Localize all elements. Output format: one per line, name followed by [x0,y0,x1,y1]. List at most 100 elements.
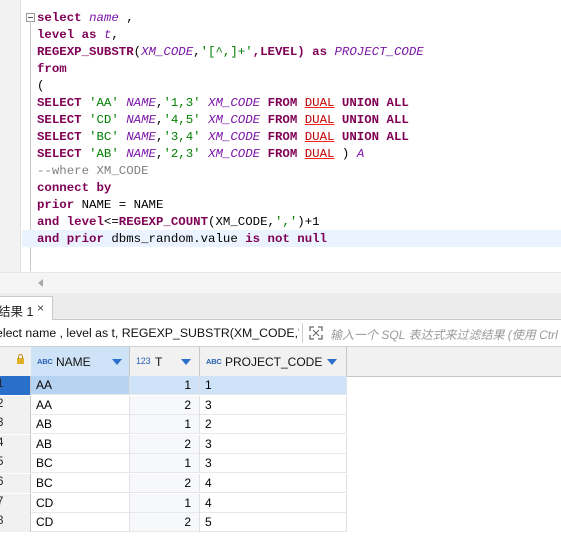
table-row[interactable]: 4 AB 2 3 [0,434,561,454]
sort-dropdown-icon[interactable] [181,359,191,365]
cell-t[interactable]: 1 [130,454,200,474]
row-number[interactable]: 6 [0,474,31,493]
code-line[interactable]: level as t, [37,27,424,44]
cell-name[interactable]: BC [31,474,130,493]
row-number[interactable]: 5 [0,454,31,474]
code-token: 'AB' [89,147,127,161]
code-token: connect by [37,181,112,195]
cell-t[interactable]: 2 [130,474,200,493]
cell-name-value: AB [36,436,53,451]
code-line[interactable]: ( [37,78,424,95]
query-text-field[interactable]: elect name , level as t, REGEXP_SUBSTR(X… [0,326,299,340]
code-token: FROM [267,96,305,110]
code-token: '1,3' [163,96,209,110]
cell-name-value: AB [36,417,53,432]
text-type-icon: ABC [37,357,53,366]
sort-dropdown-icon[interactable] [112,359,122,365]
code-line[interactable]: and prior dbms_random.value is not null [37,231,424,248]
code-token: ) [334,147,357,161]
filter-input[interactable]: 输入一个 SQL 表达式来过滤结果 (使用 Ctrl [330,326,558,343]
scroll-left-arrow-icon[interactable] [38,279,43,287]
cell-name[interactable]: AB [31,434,130,454]
code-token: DUAL [304,130,335,144]
code-token: is not null [245,232,327,246]
code-line[interactable]: from [37,61,424,78]
cell-project-code[interactable]: 4 [200,493,347,513]
cell-name[interactable]: AB [31,415,130,435]
cell-name[interactable]: CD [31,513,130,533]
table-row[interactable]: 7 CD 1 4 [0,493,561,513]
code-line[interactable]: SELECT 'CD' NAME,'4,5' XM_CODE FROM DUAL… [37,112,424,129]
cell-name[interactable]: CD [31,493,130,513]
table-row[interactable]: 1 AA 1 1 [0,376,561,395]
cell-project-code[interactable]: 5 [200,513,347,533]
code-line[interactable]: connect by [37,180,424,197]
tab-result-1[interactable]: 结果 1 × [0,296,53,320]
row-number-label: 7 [0,495,4,508]
code-token: FROM [267,130,305,144]
table-row[interactable]: 6 BC 2 4 [0,474,561,493]
sort-dropdown-icon[interactable] [327,359,337,365]
cell-project-code-value: 1 [205,378,212,392]
table-row[interactable]: 2 AA 2 3 [0,395,561,415]
column-t-label: T [155,355,163,369]
row-number[interactable]: 4 [0,434,31,454]
cell-t[interactable]: 1 [130,376,200,395]
column-header-name[interactable]: ABC NAME [31,347,130,376]
code-line[interactable]: prior NAME = NAME [37,197,424,214]
cell-name-value: CD [36,515,54,530]
code-token: DUAL [304,96,335,110]
table-row[interactable]: 8 CD 2 5 [0,513,561,533]
editor-horizontal-scrollbar[interactable] [0,272,561,293]
cell-name[interactable]: AA [31,376,130,395]
expand-filter-icon[interactable] [309,326,323,340]
code-line[interactable]: SELECT 'BC' NAME,'3,4' XM_CODE FROM DUAL… [37,129,424,146]
close-icon[interactable]: × [37,301,44,315]
code-token: NAME [126,96,156,110]
row-number[interactable]: 3 [0,415,31,435]
code-token: SELECT [37,147,90,161]
row-number-label: 5 [0,456,4,469]
code-token: '2,3' [163,147,209,161]
cell-t[interactable]: 2 [130,395,200,415]
code-line[interactable]: SELECT 'AB' NAME,'2,3' XM_CODE FROM DUAL… [37,146,424,163]
code-token: UNION ALL [334,113,409,127]
column-project-code-label: PROJECT_CODE [225,355,323,369]
cell-t-value: 2 [184,397,191,412]
row-number[interactable]: 8 [0,513,31,533]
code-token: ( [37,79,45,93]
code-token: XM_CODE [141,45,194,59]
row-number[interactable]: 2 [0,395,31,415]
column-header-project-code[interactable]: ABC PROJECT_CODE [200,347,347,376]
cell-project-code[interactable]: 3 [200,434,347,454]
cell-t[interactable]: 2 [130,434,200,454]
cell-name[interactable]: BC [31,454,130,474]
cell-t-value: 1 [184,456,191,471]
cell-t[interactable]: 1 [130,493,200,513]
row-number[interactable]: 1 [0,376,31,395]
cell-project-code[interactable]: 3 [200,395,347,415]
table-row[interactable]: 5 BC 1 3 [0,454,561,474]
sql-editor[interactable]: select name , level as t, REGEXP_SUBSTR(XM… [0,0,561,272]
sql-code[interactable]: select name , level as t, REGEXP_SUBSTR(XM… [37,10,424,248]
cell-t[interactable]: 1 [130,415,200,435]
column-header-t[interactable]: 123 T [130,347,200,376]
code-line[interactable]: select name , [37,10,424,27]
cell-name[interactable]: AA [31,395,130,415]
code-token: , [111,28,119,42]
table-row[interactable]: 3 AB 1 2 [0,415,561,435]
cell-project-code[interactable]: 2 [200,415,347,435]
cell-project-code[interactable]: 3 [200,454,347,474]
code-line[interactable]: REGEXP_SUBSTR(XM_CODE,'[^,]+',LEVEL) as … [37,44,424,61]
row-number-header[interactable] [0,347,32,376]
cell-t[interactable]: 2 [130,513,200,533]
code-line[interactable]: --where XM_CODE [37,163,424,180]
code-token: NAME [126,113,156,127]
code-line[interactable]: SELECT 'AA' NAME,'1,3' XM_CODE FROM DUAL… [37,95,424,112]
row-number-label: 4 [0,436,4,449]
code-line[interactable]: and level<=REGEXP_COUNT(XM_CODE,',')+1 [37,214,424,231]
row-number[interactable]: 7 [0,493,31,513]
cell-project-code[interactable]: 4 [200,474,347,493]
code-token: 'AA' [89,96,127,110]
cell-project-code[interactable]: 1 [200,376,347,395]
